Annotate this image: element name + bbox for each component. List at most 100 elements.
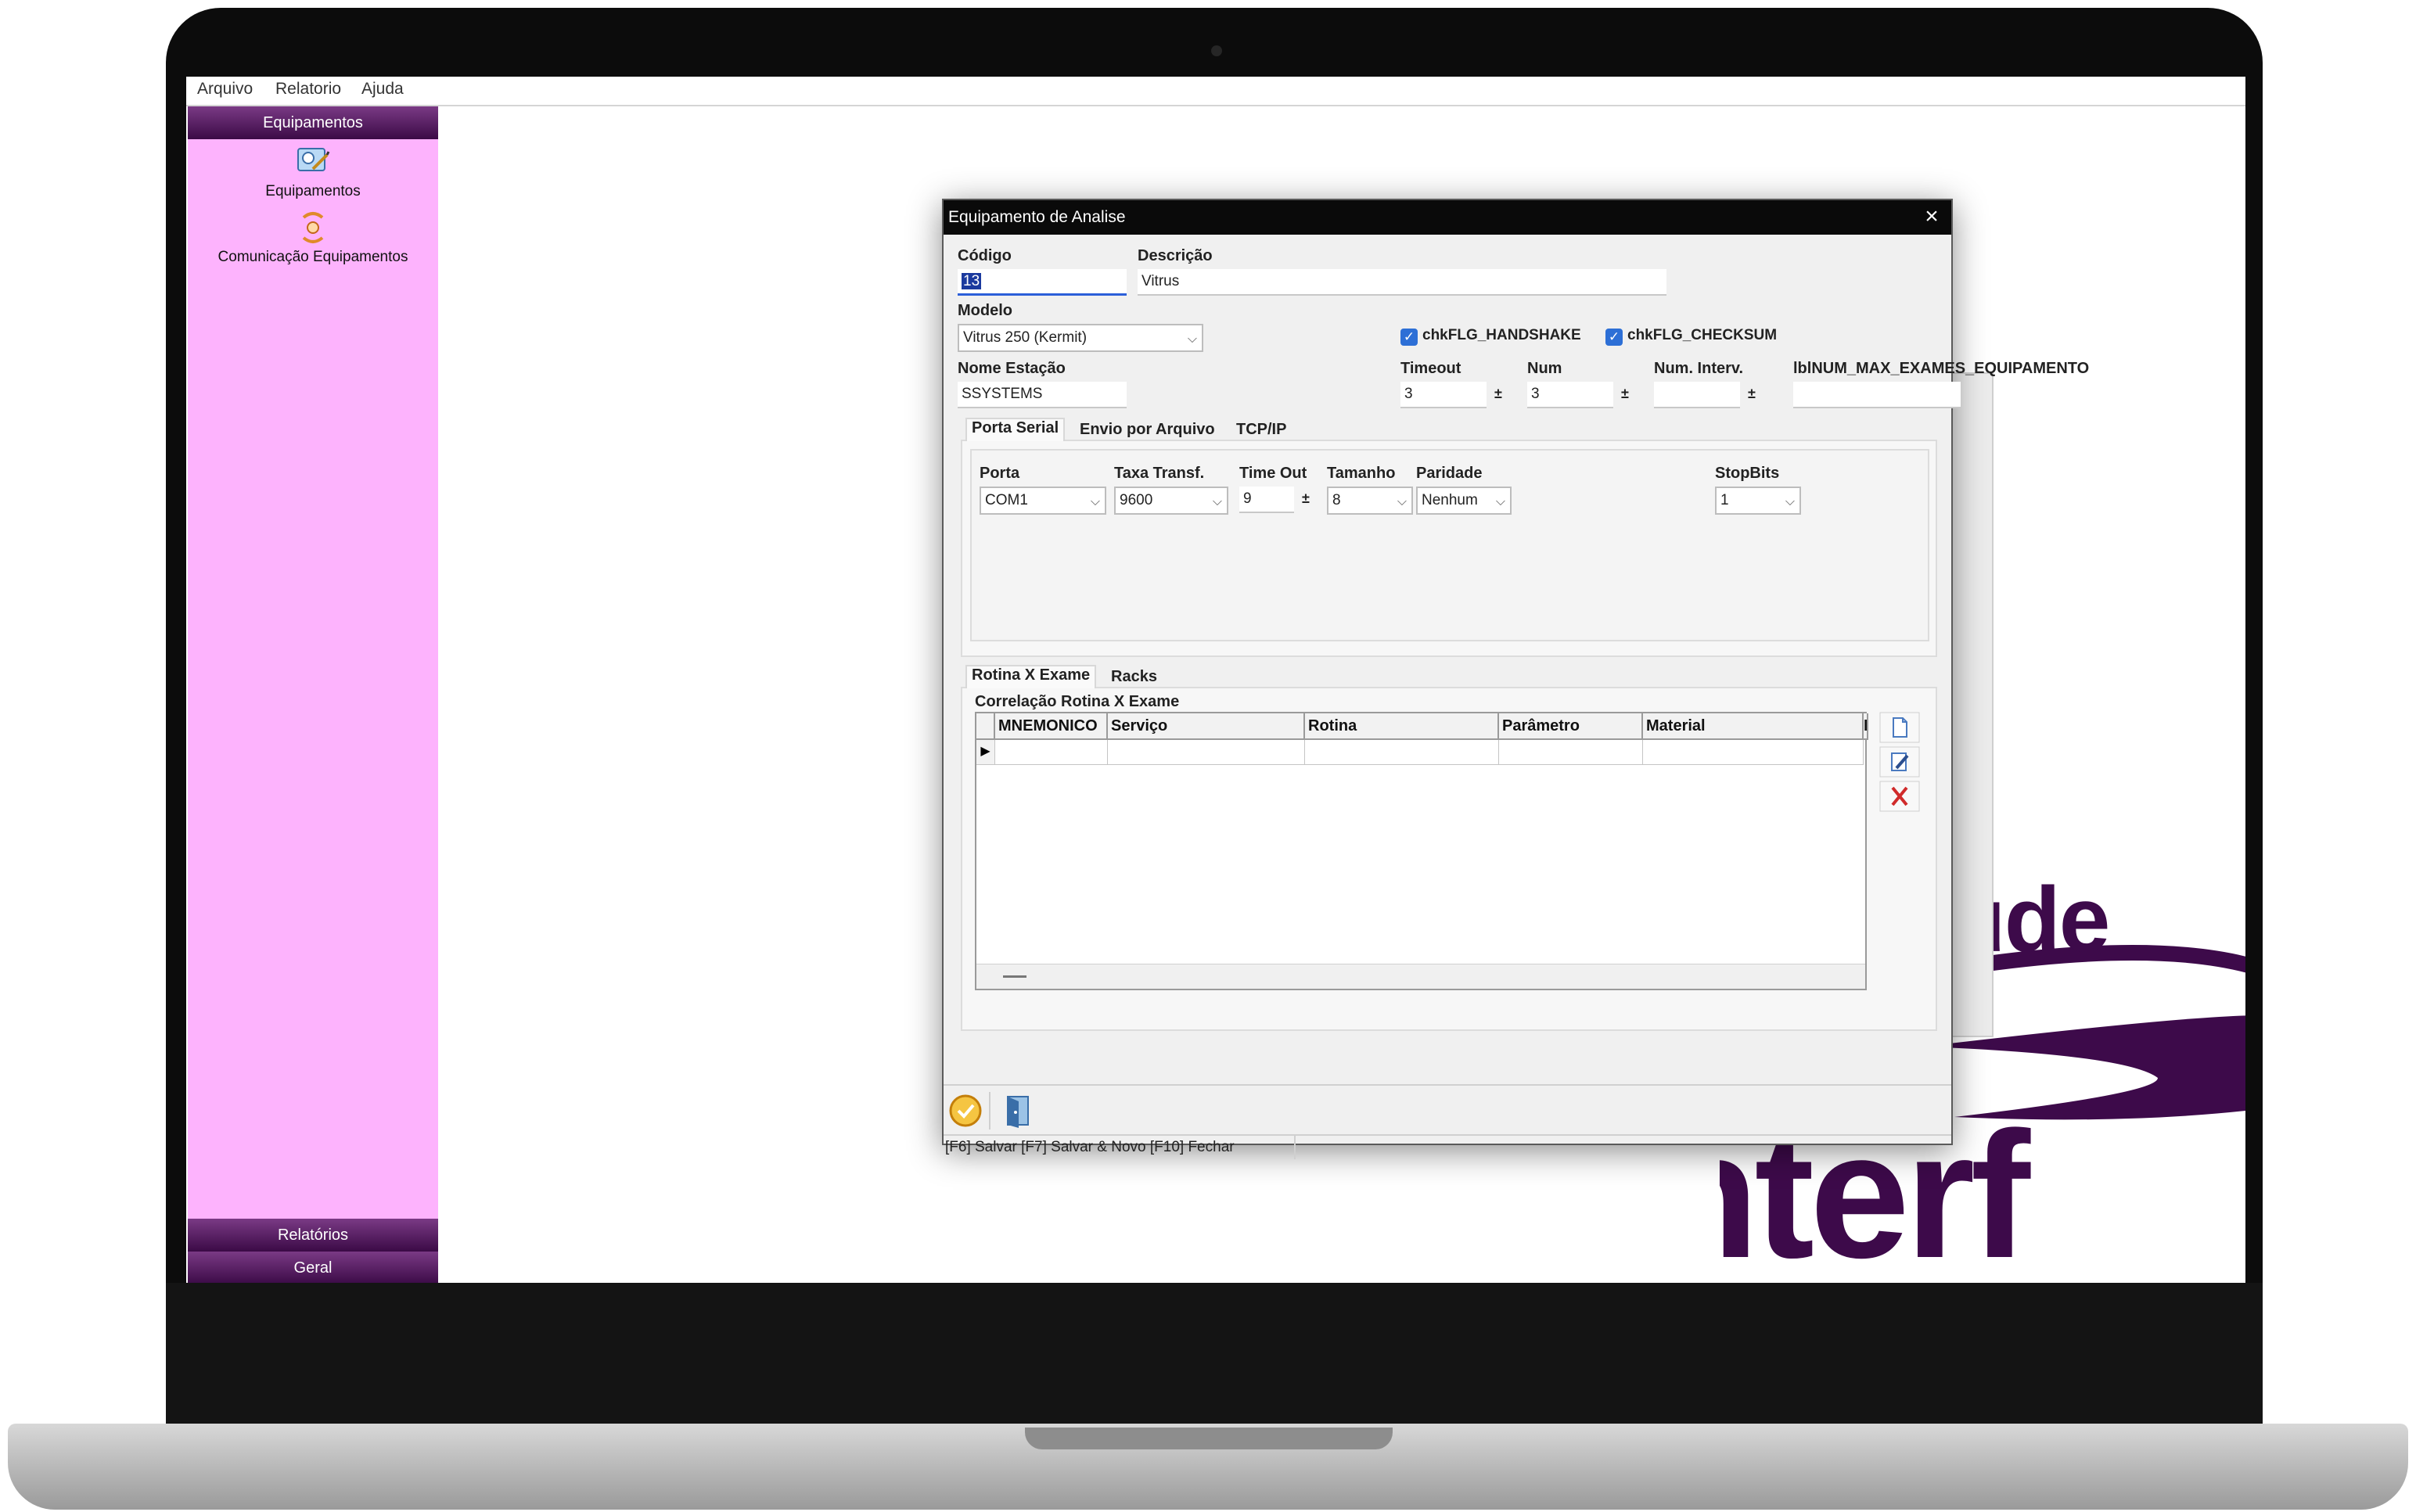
grid-cell[interactable]	[1499, 740, 1643, 765]
timeout-spin-icon[interactable]: ±	[1488, 382, 1508, 407]
toolbar-separator	[989, 1092, 990, 1130]
close-icon[interactable]: ×	[1920, 205, 1943, 228]
tamanho-label: Tamanho	[1327, 465, 1396, 482]
menu-bar: Arquivo Relatorio Ajuda	[186, 77, 2245, 106]
grid-cell[interactable]	[1305, 740, 1499, 765]
menu-arquivo[interactable]: Arquivo	[197, 80, 253, 99]
correlacao-group-title: Correlação Rotina X Exame	[975, 693, 1180, 710]
laptop-bezel	[166, 1283, 2263, 1439]
sidebar-item-label: Equipamentos	[265, 183, 361, 199]
modelo-select[interactable]: Vitrus 250 (Kermit) ⌵	[958, 324, 1203, 352]
grid-header-mnemonico[interactable]: MNEMONICO	[995, 713, 1108, 740]
checksum-label: chkFLG_CHECKSUM	[1627, 327, 1778, 343]
chevron-down-icon: ⌵	[1090, 495, 1100, 508]
time-out-input[interactable]: 9	[1239, 487, 1294, 513]
num-spin-icon[interactable]: ±	[1615, 382, 1635, 407]
tamanho-select[interactable]: 8 ⌵	[1327, 487, 1413, 515]
edit-record-icon[interactable]	[1879, 746, 1920, 778]
chevron-down-icon: ⌵	[1212, 495, 1222, 508]
equipment-icon	[297, 148, 330, 171]
paridade-select[interactable]: Nenhum ⌵	[1416, 487, 1512, 515]
grid-scrollbar[interactable]	[976, 964, 1865, 989]
handshake-label: chkFLG_HANDSHAKE	[1422, 327, 1581, 343]
delete-record-icon[interactable]	[1879, 781, 1920, 812]
porta-value: COM1	[985, 492, 1028, 508]
chevron-down-icon: ⌵	[1495, 495, 1505, 508]
equipment-dialog: Equipamento de Analise × Código 13 Descr…	[942, 199, 2089, 1159]
grid-cell[interactable]	[1108, 740, 1305, 765]
num-label: Num	[1527, 360, 1562, 377]
menu-ajuda[interactable]: Ajuda	[361, 80, 404, 99]
chevron-down-icon: ⌵	[1397, 495, 1407, 508]
dialog-titlebar: Equipamento de Analise	[944, 200, 1951, 235]
max-exames-label: lblNUM_MAX_EXAMES_EQUIPAMENTO	[1793, 360, 2090, 377]
sidebar: Equipamentos Equipamentos Comunicação Eq…	[188, 106, 438, 1283]
grid-header-extra[interactable]: I	[1864, 713, 1868, 740]
porta-label: Porta	[980, 465, 1020, 482]
sidebar-header-equipamentos[interactable]: Equipamentos	[188, 106, 438, 139]
chevron-down-icon: ⌵	[1785, 495, 1795, 508]
handshake-checkbox[interactable]: ✓	[1400, 329, 1418, 346]
nome-estacao-label: Nome Estação	[958, 360, 1066, 377]
grid-cell[interactable]	[1643, 740, 1864, 765]
chevron-down-icon: ⌵	[1187, 332, 1197, 346]
tab-rotina-exame[interactable]: Rotina X Exame	[965, 665, 1097, 688]
camera-icon	[1211, 45, 1222, 56]
toolbar-divider	[944, 1084, 1951, 1086]
num-interv-spin-icon[interactable]: ±	[1742, 382, 1762, 407]
tamanho-value: 8	[1332, 492, 1341, 508]
sidebar-item-equipamentos[interactable]: Equipamentos	[188, 145, 438, 200]
sidebar-item-label: Comunicação Equipamentos	[218, 249, 408, 265]
descricao-label: Descrição	[1138, 247, 1213, 264]
codigo-value: 13	[962, 273, 982, 289]
menu-relatorio[interactable]: Relatorio	[275, 80, 341, 99]
num-input[interactable]: 3	[1527, 382, 1613, 408]
grid-cell[interactable]	[995, 740, 1108, 765]
sidebar-item-comunicacao[interactable]: Comunicação Equipamentos	[188, 211, 438, 266]
checksum-checkbox[interactable]: ✓	[1605, 329, 1623, 346]
porta-select[interactable]: COM1 ⌵	[980, 487, 1106, 515]
grid-header-rotina[interactable]: Rotina	[1305, 713, 1499, 740]
taxa-label: Taxa Transf.	[1114, 465, 1205, 482]
tab-racks[interactable]: Racks	[1106, 668, 1162, 686]
grid-corner	[976, 713, 995, 740]
sidebar-footer-geral[interactable]: Geral	[188, 1252, 438, 1283]
correlacao-grid[interactable]: MNEMONICO Serviço Rotina Parâmetro Mater…	[975, 712, 1868, 990]
scroll-thumb[interactable]	[1003, 975, 1026, 978]
taxa-select[interactable]: 9600 ⌵	[1114, 487, 1228, 515]
tab-envio-arquivo[interactable]: Envio por Arquivo	[1075, 421, 1220, 439]
tab-tcp-ip[interactable]: TCP/IP	[1231, 421, 1291, 439]
nome-estacao-input[interactable]: SSYSTEMS	[958, 382, 1127, 408]
timeout-label: Timeout	[1400, 360, 1461, 377]
communication-icon	[302, 212, 324, 243]
exit-door-icon[interactable]	[1001, 1094, 1036, 1128]
sidebar-footer-relatorios[interactable]: Relatórios	[188, 1219, 438, 1252]
timeout-input[interactable]: 3	[1400, 382, 1487, 408]
new-record-icon[interactable]	[1879, 712, 1920, 743]
dialog-title: Equipamento de Analise	[948, 208, 1126, 226]
taxa-value: 9600	[1120, 492, 1153, 508]
max-exames-input[interactable]	[1793, 382, 1961, 408]
grid-header-material[interactable]: Material	[1643, 713, 1864, 740]
grid-header-servico[interactable]: Serviço	[1108, 713, 1305, 740]
time-out-spin-icon[interactable]: ±	[1296, 487, 1316, 512]
num-interv-input[interactable]	[1654, 382, 1740, 408]
descricao-input[interactable]: Vitrus	[1138, 269, 1666, 296]
stopbits-select[interactable]: 1 ⌵	[1715, 487, 1801, 515]
status-bar-text: [F6] Salvar [F7] Salvar & Novo [F10] Fec…	[945, 1136, 1296, 1159]
codigo-input[interactable]: 13	[958, 269, 1127, 296]
stopbits-value: 1	[1720, 492, 1729, 508]
grid-header-parametro[interactable]: Parâmetro	[1499, 713, 1643, 740]
row-indicator-icon: ▶	[976, 740, 995, 765]
modelo-label: Modelo	[958, 302, 1012, 319]
save-icon[interactable]	[948, 1094, 983, 1128]
paridade-label: Paridade	[1416, 465, 1483, 482]
stopbits-label: StopBits	[1715, 465, 1780, 482]
num-interv-label: Num. Interv.	[1654, 360, 1744, 377]
tab-porta-serial[interactable]: Porta Serial	[965, 418, 1066, 441]
laptop-notch	[1025, 1428, 1393, 1449]
modelo-value: Vitrus 250 (Kermit)	[963, 329, 1088, 346]
app-screen: Arquivo Relatorio Ajuda Equipamentos Equ…	[186, 77, 2245, 1283]
paridade-value: Nenhum	[1422, 492, 1478, 508]
codigo-label: Código	[958, 247, 1012, 264]
